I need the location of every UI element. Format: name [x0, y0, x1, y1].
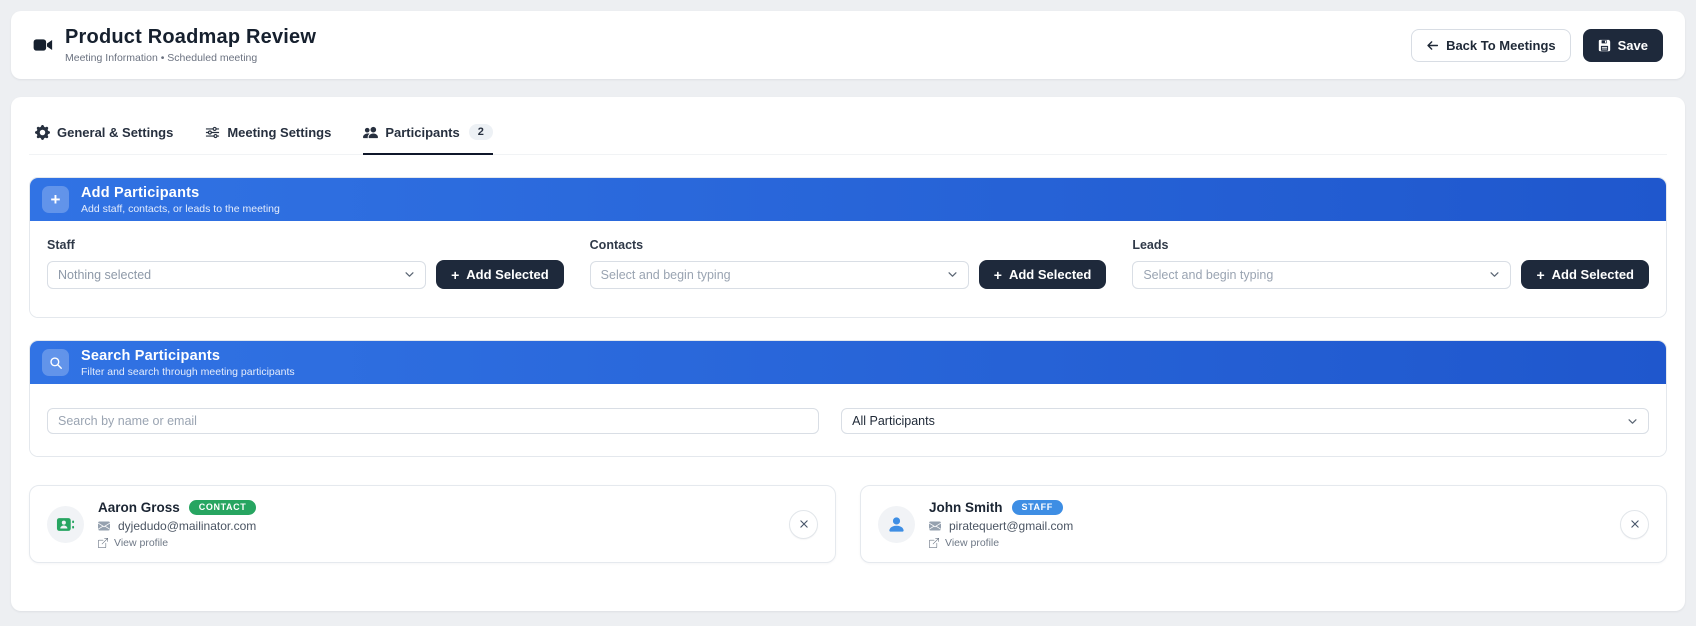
section-title: Search Participants: [81, 347, 221, 364]
section-subtitle: Filter and search through meeting partic…: [81, 365, 295, 378]
participant-email: dyjedudo@mailinator.com: [118, 518, 257, 533]
staff-select[interactable]: Nothing selected: [47, 260, 427, 289]
participant-info: Aaron Gross CONTACT dyjedudo@mailinator.…: [98, 499, 775, 549]
avatar: [47, 505, 84, 543]
envelope-icon: [98, 521, 110, 530]
page-subtitle: Meeting Information • Scheduled meeting: [65, 52, 258, 64]
envelope-icon: [929, 521, 941, 530]
tab-label: General & Settings: [57, 124, 174, 140]
leads-group: Leads + Add Selected: [1132, 238, 1649, 289]
avatar: [878, 505, 915, 543]
participant-type-badge: STAFF: [1011, 499, 1063, 515]
header-actions: Back To Meetings Save: [1411, 28, 1663, 62]
add-participants-body: Staff Nothing selected + Add Selected Co…: [30, 221, 1666, 317]
add-participants-section: + Add Participants Add staff, contacts, …: [29, 177, 1667, 318]
search-participants-banner: Search Participants Filter and search th…: [30, 341, 1666, 384]
save-icon: [1598, 39, 1611, 52]
participant-card: John Smith STAFF piratequert@gmail.com V…: [860, 485, 1667, 563]
plus-icon: +: [1536, 266, 1545, 283]
sliders-icon: [205, 125, 220, 140]
plus-icon: +: [993, 266, 1002, 283]
tab-label: Participants: [385, 124, 460, 140]
section-title: Add Participants: [81, 184, 200, 201]
view-profile-label: View profile: [945, 536, 1000, 549]
close-icon: [1630, 520, 1639, 528]
search-icon: [42, 349, 69, 376]
participant-filter-select[interactable]: All Participants: [841, 408, 1649, 434]
chevron-down-icon: [1490, 272, 1500, 277]
staff-group: Staff Nothing selected + Add Selected: [47, 238, 564, 289]
main-card: General & Settings Meeting Settings Part…: [11, 97, 1685, 611]
participants-list: Aaron Gross CONTACT dyjedudo@mailinator.…: [29, 485, 1667, 563]
staff-select-value: Nothing selected: [58, 267, 152, 282]
tab-bar: General & Settings Meeting Settings Part…: [29, 124, 1667, 155]
plus-icon: +: [42, 186, 69, 213]
users-icon: [363, 125, 379, 140]
participant-email: piratequert@gmail.com: [949, 518, 1074, 533]
add-selected-label: Add Selected: [1008, 267, 1092, 282]
participant-filter-value: All Participants: [852, 414, 935, 428]
gear-icon: [35, 124, 50, 140]
video-camera-icon: [33, 35, 53, 55]
title-text: Product Roadmap Review Meeting Informati…: [65, 26, 316, 64]
participant-card: Aaron Gross CONTACT dyjedudo@mailinator.…: [29, 485, 836, 563]
tab-general-settings[interactable]: General & Settings: [35, 124, 173, 155]
add-participants-banner: + Add Participants Add staff, contacts, …: [30, 178, 1666, 221]
view-profile-link[interactable]: View profile: [929, 537, 1606, 549]
remove-participant-button[interactable]: [1620, 509, 1649, 539]
save-button[interactable]: Save: [1582, 28, 1663, 62]
plus-icon: +: [451, 266, 460, 283]
search-participants-body: All Participants: [30, 384, 1666, 456]
back-button-label: Back To Meetings: [1446, 37, 1556, 53]
participant-search-input[interactable]: [58, 414, 809, 428]
view-profile-link[interactable]: View profile: [98, 537, 775, 549]
add-selected-staff-button[interactable]: + Add Selected: [436, 260, 564, 289]
participant-name: John Smith: [929, 499, 1003, 515]
external-link-icon: [98, 537, 108, 548]
arrow-left-icon: [1426, 39, 1439, 52]
external-link-icon: [929, 537, 939, 548]
leads-typeahead-input[interactable]: [1143, 267, 1490, 282]
page-title: Product Roadmap Review: [65, 26, 317, 48]
contacts-typeahead-input[interactable]: [600, 267, 947, 282]
chevron-down-icon: [405, 272, 414, 277]
contact-card-icon: [56, 517, 75, 531]
add-selected-label: Add Selected: [466, 267, 549, 282]
staff-label: Staff: [47, 238, 75, 252]
tab-participants[interactable]: Participants 2: [363, 124, 493, 155]
title-wrap: Product Roadmap Review Meeting Informati…: [33, 26, 316, 64]
back-to-meetings-button[interactable]: Back To Meetings: [1411, 28, 1571, 62]
tab-meeting-settings[interactable]: Meeting Settings: [205, 124, 331, 155]
tab-label: Meeting Settings: [227, 124, 332, 140]
save-button-label: Save: [1617, 37, 1648, 53]
participant-info: John Smith STAFF piratequert@gmail.com V…: [929, 499, 1606, 549]
leads-select[interactable]: [1132, 260, 1512, 289]
person-icon: [889, 516, 904, 532]
add-selected-label: Add Selected: [1551, 267, 1634, 282]
section-subtitle: Add staff, contacts, or leads to the mee…: [81, 202, 280, 215]
add-selected-contacts-button[interactable]: + Add Selected: [978, 260, 1107, 289]
chevron-down-icon: [1628, 418, 1637, 424]
chevron-down-icon: [948, 272, 957, 277]
contacts-select[interactable]: [589, 260, 969, 289]
remove-participant-button[interactable]: [789, 509, 818, 539]
contacts-label: Contacts: [589, 238, 644, 252]
participants-count-badge: 2: [468, 124, 493, 140]
header-card: Product Roadmap Review Meeting Informati…: [11, 11, 1685, 79]
search-participants-section: Search Participants Filter and search th…: [29, 340, 1667, 457]
participant-search-field: [47, 408, 820, 434]
participant-type-badge: CONTACT: [188, 499, 257, 515]
leads-label: Leads: [1132, 238, 1169, 252]
add-selected-leads-button[interactable]: + Add Selected: [1521, 260, 1649, 289]
participant-name: Aaron Gross: [98, 499, 180, 515]
view-profile-label: View profile: [114, 536, 169, 549]
contacts-group: Contacts + Add Selected: [589, 238, 1107, 289]
close-icon: [799, 520, 808, 528]
page: Product Roadmap Review Meeting Informati…: [0, 0, 1696, 622]
